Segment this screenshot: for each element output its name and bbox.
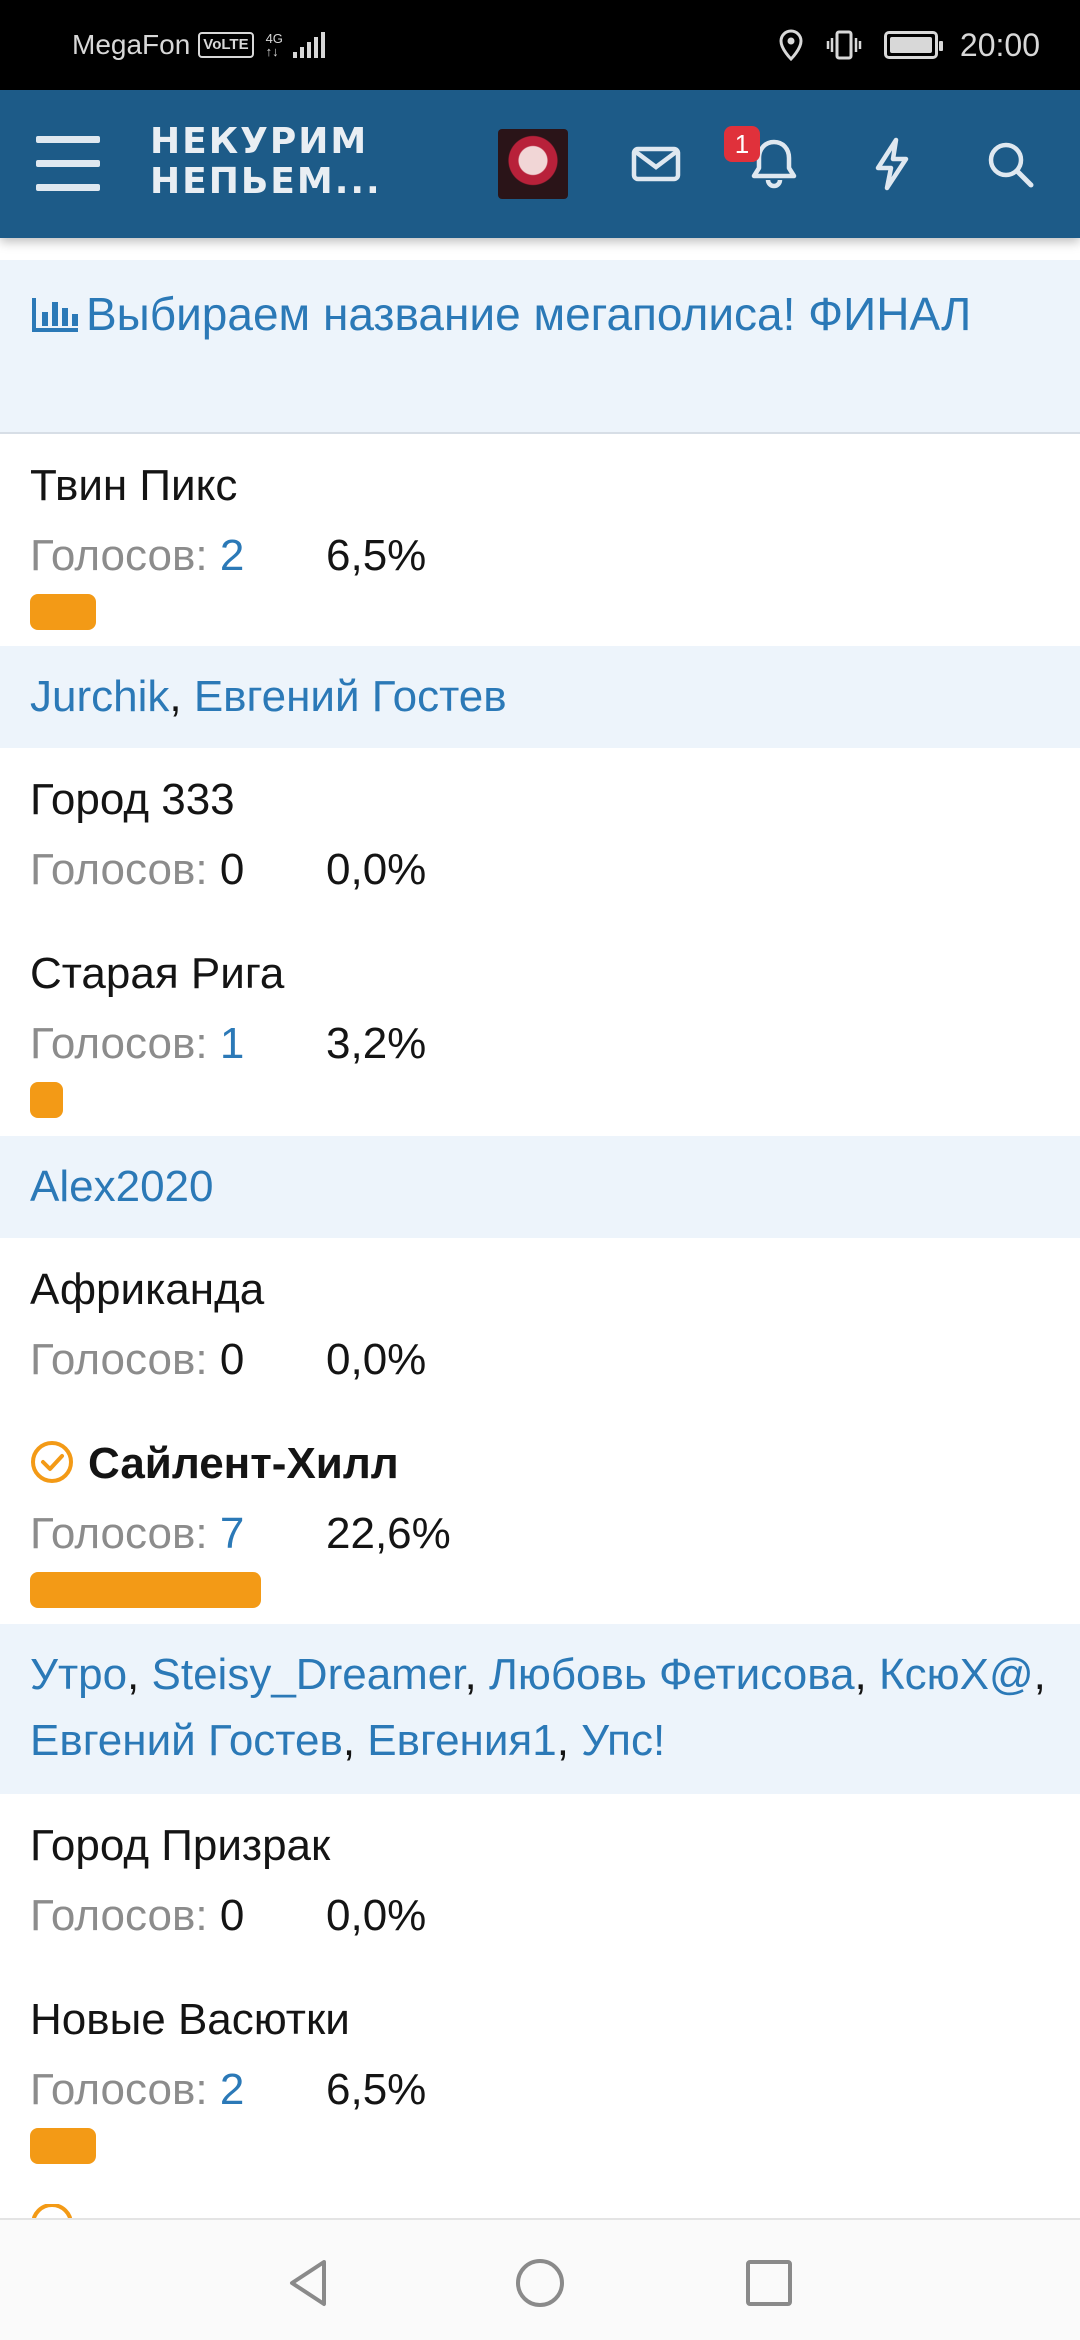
option-bar <box>30 1082 63 1118</box>
votes-label: Голосов: <box>30 531 208 580</box>
option-name: Сайлент-Хилл <box>88 1439 399 1488</box>
voter-link[interactable]: Jurchik <box>30 672 169 721</box>
option-name: Новые Васютки <box>30 1995 350 2044</box>
volte-indicator: VoLTE <box>198 32 254 58</box>
option-stats: Голосов: 1 3,2% <box>30 1016 1050 1072</box>
poll-option: Старая Рига Голосов: 1 3,2% <box>30 946 1050 1118</box>
voter-link[interactable]: Евгений Гостев <box>194 672 507 721</box>
voter-link[interactable]: Евгения1 <box>367 1716 556 1765</box>
messages-icon[interactable] <box>626 134 686 194</box>
status-left: MegaFon VoLTE 4G ↑↓ <box>72 29 325 61</box>
voters-list: Alex2020 <box>0 1136 1080 1238</box>
option-name: Африканда <box>30 1265 265 1314</box>
votes-label: Голосов: <box>30 2065 208 2114</box>
votes-count-link[interactable]: 2 <box>220 2062 244 2118</box>
clock: 20:00 <box>959 26 1040 63</box>
poll-option: Африканда Голосов: 0 0,0% <box>30 1262 1050 1388</box>
logo-line-1: НЕКУРИМ <box>150 121 369 162</box>
app-header: НЕКУРИМ НЕПЬЕМ... 1 <box>0 90 1080 238</box>
option-percent: 0,0% <box>326 1335 427 1384</box>
status-bar: MegaFon VoLTE 4G ↑↓ 20:00 <box>0 0 1080 90</box>
site-logo[interactable]: НЕКУРИМ НЕПЬЕМ... <box>150 122 382 202</box>
battery-icon <box>883 31 943 59</box>
voter-link[interactable]: Евгений Гостев <box>30 1716 343 1765</box>
poll-title-text: Выбираем название мегаполиса! ФИНАЛ <box>86 288 972 340</box>
votes-count-link[interactable]: 1 <box>220 1016 244 1072</box>
back-icon[interactable] <box>274 2248 344 2318</box>
votes-count: 0 <box>219 1335 245 1384</box>
option-stats: Голосов: 0 0,0% <box>30 1888 1050 1944</box>
status-right: 20:00 <box>778 27 1040 64</box>
poll-option: Город Призрак Голосов: 0 0,0% <box>30 1818 1050 1944</box>
option-bar <box>30 2128 96 2164</box>
menu-icon[interactable] <box>36 136 100 192</box>
poll-option: Твин Пикс Голосов: 2 6,5% <box>30 458 1050 630</box>
option-bar <box>30 594 96 630</box>
signal-icon <box>292 32 325 58</box>
option-stats: Голосов: 7 22,6% <box>30 1506 1050 1562</box>
voters-list: Утро, Steisy_Dreamer, Любовь Фетисова, К… <box>0 1624 1080 1794</box>
option-name: Город Призрак <box>30 1821 331 1870</box>
location-icon <box>779 29 803 61</box>
votes-count: 0 <box>219 1891 245 1940</box>
votes-label: Голосов: <box>30 1509 208 1558</box>
option-stats: Голосов: 0 0,0% <box>30 1332 1050 1388</box>
option-bar <box>30 1572 261 1608</box>
option-stats: Голосов: 2 6,5% <box>30 2062 1050 2118</box>
poll-option: Новые Васютки Голосов: 2 6,5% <box>30 1992 1050 2164</box>
votes-label: Голосов: <box>30 1891 208 1940</box>
votes-label: Голосов: <box>30 1335 208 1384</box>
voter-link[interactable]: КсюХ@ <box>879 1650 1034 1699</box>
voter-link[interactable]: Steisy_Dreamer <box>152 1650 465 1699</box>
option-percent: 3,2% <box>326 1019 427 1068</box>
notification-badge: 1 <box>724 126 760 162</box>
option-percent: 6,5% <box>326 531 427 580</box>
network-type: 4G ↑↓ <box>265 31 283 59</box>
voted-check-icon <box>31 1441 73 1483</box>
poll-option: Сайлент-Хилл Голосов: 7 22,6% <box>30 1436 1050 1608</box>
option-name: Твин Пикс <box>30 461 238 510</box>
poll-title[interactable]: Выбираем название мегаполиса! ФИНАЛ <box>0 260 1080 434</box>
option-percent: 6,5% <box>326 2065 427 2114</box>
voter-link[interactable]: Утро <box>30 1650 127 1699</box>
votes-count-link[interactable]: 7 <box>220 1506 244 1562</box>
option-name: Город 333 <box>30 775 235 824</box>
votes-count: 0 <box>219 845 245 894</box>
votes-label: Голосов: <box>30 1019 208 1068</box>
logo-line-2: НЕПЬЕМ... <box>150 161 382 202</box>
system-nav-bar <box>0 2218 1080 2340</box>
option-percent: 22,6% <box>326 1509 451 1558</box>
voter-link[interactable]: Любовь Фетисова <box>489 1650 855 1699</box>
voter-link[interactable]: Alex2020 <box>30 1162 213 1211</box>
option-stats: Голосов: 2 6,5% <box>30 528 1050 584</box>
option-name-voted: Сайлент-Хилл <box>30 1436 1050 1492</box>
option-percent: 0,0% <box>326 1891 427 1940</box>
option-stats: Голосов: 0 0,0% <box>30 842 1050 898</box>
poll-option: Город 333 Голосов: 0 0,0% <box>30 772 1050 898</box>
option-name: Старая Рига <box>30 949 285 998</box>
vibrate-icon <box>826 30 862 60</box>
home-icon[interactable] <box>505 2248 575 2318</box>
recents-icon[interactable] <box>734 2248 804 2318</box>
poll-chart-icon <box>32 298 78 332</box>
option-percent: 0,0% <box>326 845 427 894</box>
lightning-icon[interactable] <box>862 134 922 194</box>
voters-list: Jurchik, Евгений Гостев <box>0 646 1080 748</box>
carrier-name: MegaFon <box>72 29 191 60</box>
search-icon[interactable] <box>980 134 1040 194</box>
user-avatar[interactable] <box>498 129 568 199</box>
voter-link[interactable]: Упс! <box>581 1716 665 1765</box>
votes-label: Голосов: <box>30 845 208 894</box>
votes-count-link[interactable]: 2 <box>220 528 244 584</box>
